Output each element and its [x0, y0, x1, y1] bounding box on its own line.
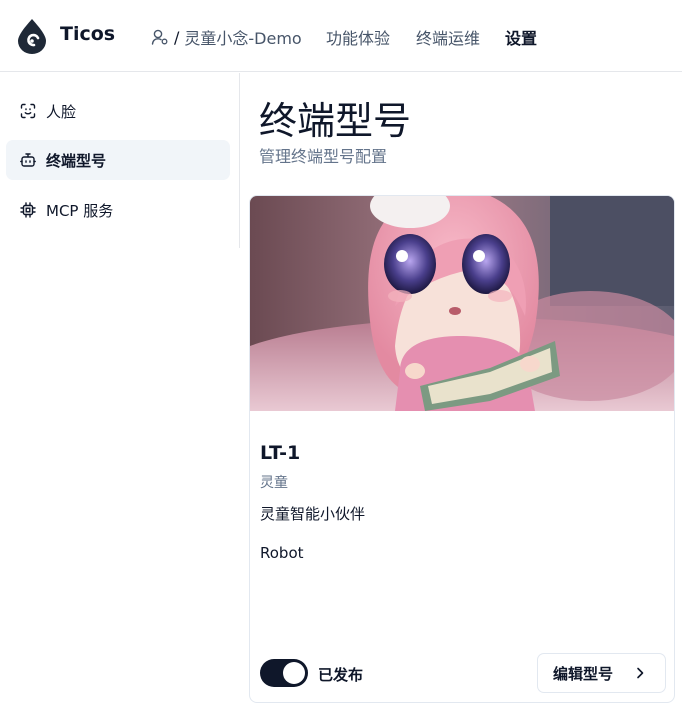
breadcrumb[interactable]: / 灵童小念-Demo	[151, 25, 302, 49]
nav-settings[interactable]: 设置	[505, 25, 537, 49]
publish-toggle[interactable]	[260, 659, 308, 687]
model-type: Robot	[260, 544, 304, 562]
terminal-model-card[interactable]: LT-1 灵童 灵童智能小伙伴 Robot 已发布 编辑型号	[249, 195, 675, 703]
model-description: 灵童智能小伙伴	[260, 505, 366, 523]
chip-icon	[20, 202, 36, 218]
sidebar: 人脸 终端型号 MCP 服务	[0, 73, 240, 248]
sidebar-item-face[interactable]: 人脸	[6, 91, 230, 131]
model-brand: 灵童	[260, 475, 288, 491]
nav-feature-experience[interactable]: 功能体验	[326, 25, 390, 49]
toggle-knob	[283, 662, 305, 684]
edit-model-label: 编辑型号	[553, 665, 614, 683]
top-bar: Ticos / 灵童小念-Demo 功能体验 终端运维 设置	[0, 0, 682, 72]
page-subtitle: 管理终端型号配置	[259, 147, 388, 166]
edit-model-button[interactable]: 编辑型号	[537, 653, 666, 693]
ticos-logo-icon[interactable]	[17, 18, 47, 54]
publish-status-label: 已发布	[318, 666, 364, 684]
sidebar-item-terminal-models[interactable]: 终端型号	[6, 140, 230, 180]
model-cover-image	[250, 196, 674, 411]
sidebar-item-label: 人脸	[46, 102, 77, 121]
sidebar-item-label: 终端型号	[46, 151, 107, 170]
breadcrumb-separator: /	[174, 27, 180, 47]
sidebar-item-label: MCP 服务	[46, 201, 114, 220]
nav-terminal-ops[interactable]: 终端运维	[416, 25, 480, 49]
page-title: 终端型号	[259, 99, 412, 143]
face-scan-icon	[20, 103, 36, 119]
breadcrumb-project[interactable]: 灵童小念-Demo	[184, 25, 301, 49]
model-name: LT-1	[260, 442, 301, 464]
robot-icon	[20, 153, 36, 167]
sidebar-item-mcp-service[interactable]: MCP 服务	[6, 190, 230, 230]
chevron-right-icon	[637, 667, 644, 679]
app-name[interactable]: Ticos	[60, 23, 115, 45]
user-settings-icon	[151, 29, 168, 45]
